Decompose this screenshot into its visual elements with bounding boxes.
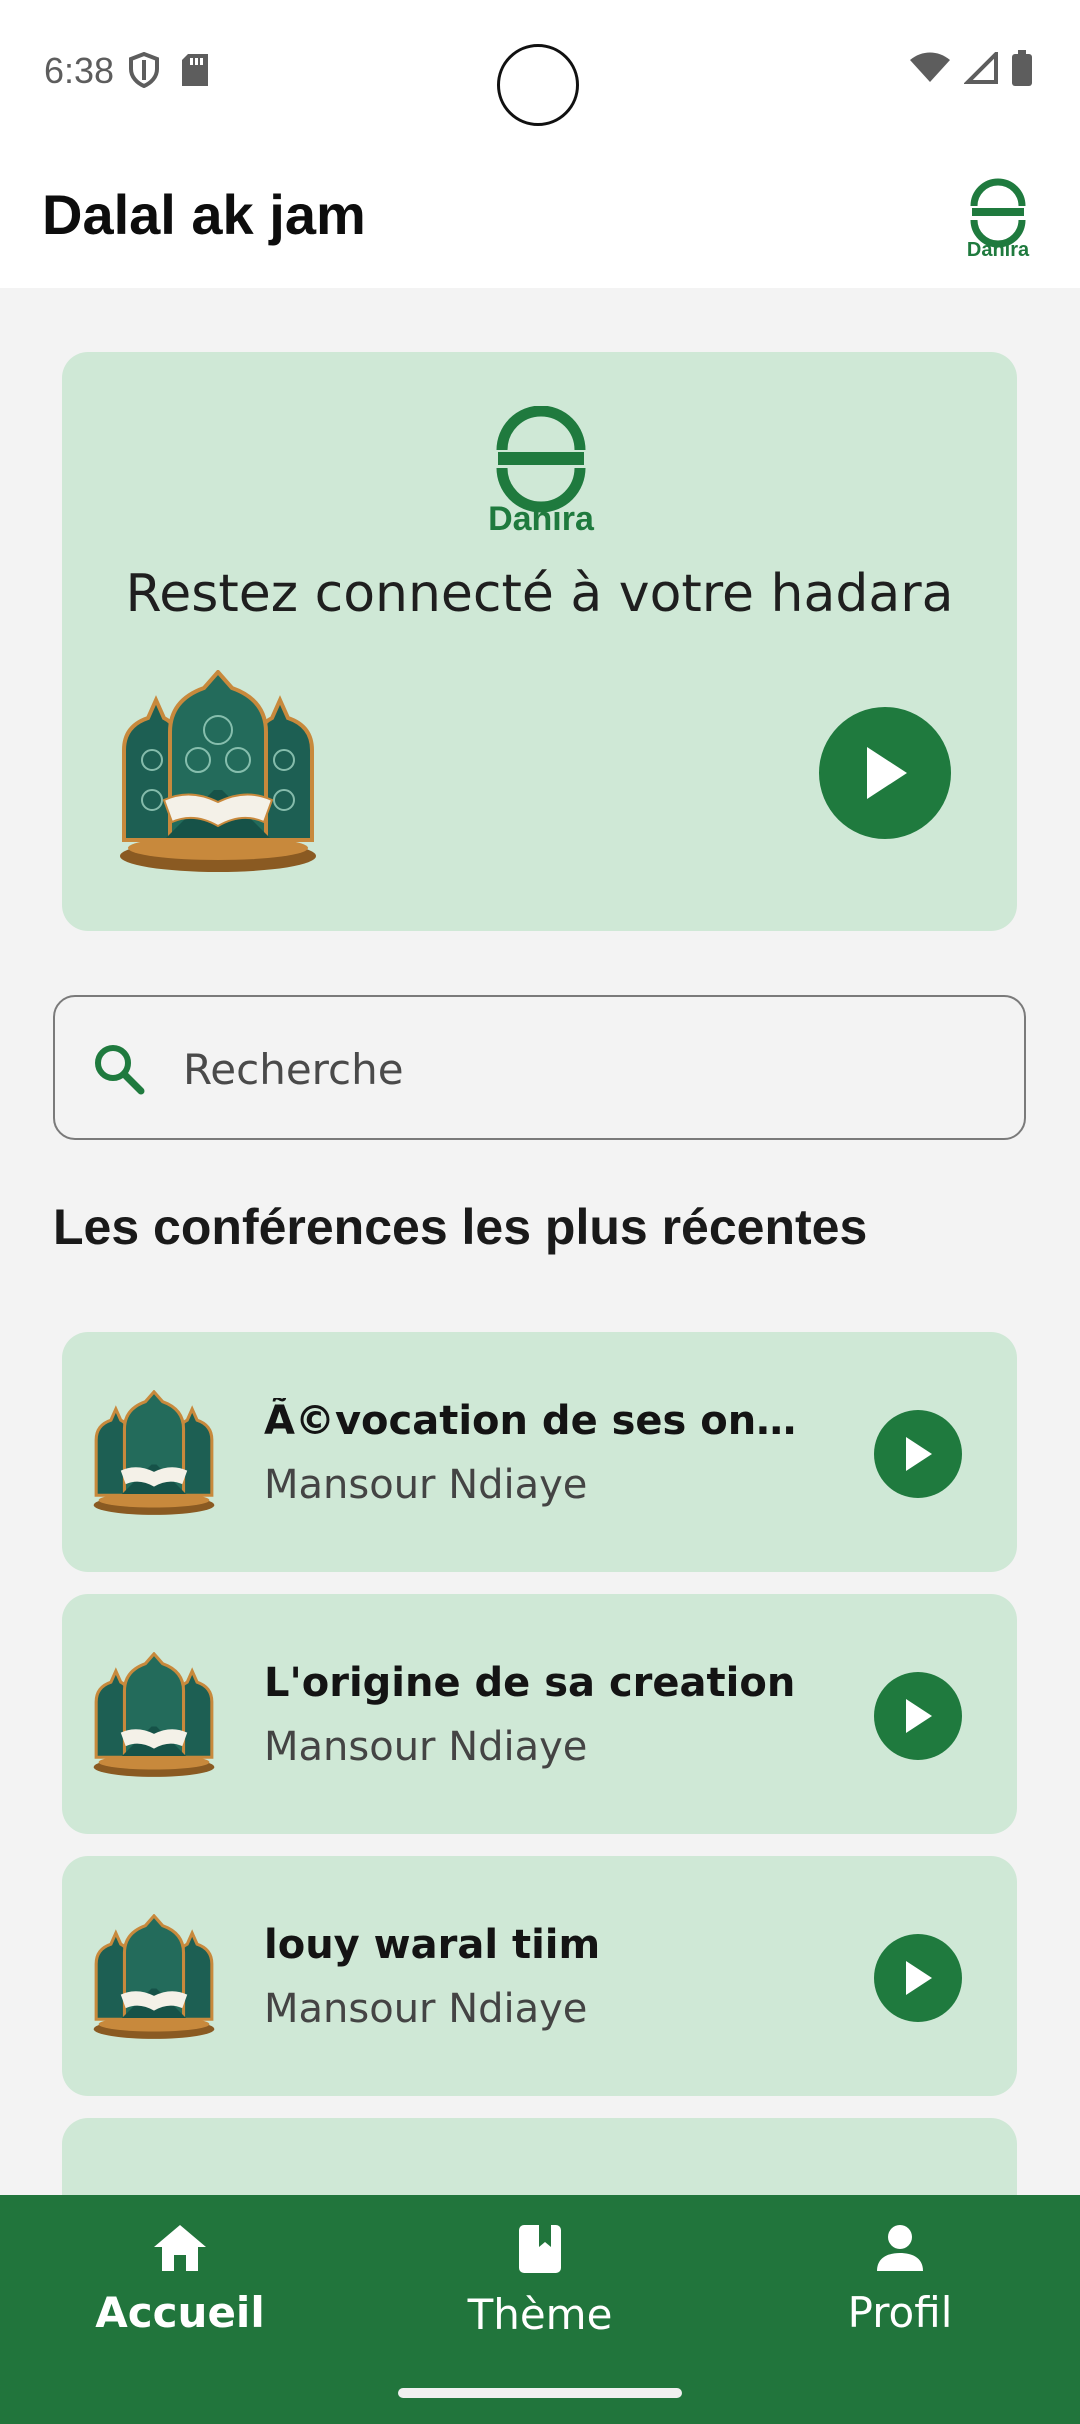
quran-stand-thumbnail: [93, 1390, 215, 1515]
home-indicator[interactable]: [398, 2388, 682, 2398]
shield-icon: [129, 52, 159, 88]
sd-card-icon: [182, 54, 208, 86]
conference-speaker: Mansour Ndiaye: [264, 1986, 588, 2032]
conference-title: louy waral tiim: [264, 1922, 601, 1968]
hero-banner: Dahira Restez connecté à votre hadara: [62, 352, 1017, 931]
nav-item-theme[interactable]: Thème: [420, 2223, 660, 2339]
hero-tagline: Restez connecté à votre hadara: [125, 564, 954, 624]
logo-text: Dahira: [488, 500, 595, 536]
conference-title: Ã©vocation de ses oncle…: [264, 1398, 804, 1444]
search-field[interactable]: [53, 995, 1026, 1140]
play-button[interactable]: [874, 1410, 962, 1498]
logo-text: Dahira: [967, 239, 1030, 260]
conference-title: L'origine de sa creation: [264, 1660, 796, 1706]
status-left-icons: [128, 52, 208, 88]
search-input[interactable]: [181, 1025, 985, 1113]
book-icon: [519, 2225, 561, 2273]
play-icon: [906, 1961, 932, 1995]
conference-speaker: Mansour Ndiaye: [264, 1724, 588, 1770]
battery-icon: [1012, 50, 1032, 86]
status-right-icons: [910, 50, 1032, 86]
quran-stand-illustration: [120, 670, 316, 872]
nav-label: Profil: [847, 2288, 953, 2337]
app-bar: Dalal ak jam Dahira: [0, 140, 1080, 288]
nav-item-profil[interactable]: Profil: [780, 2223, 1020, 2337]
page-title: Dalal ak jam: [42, 183, 366, 246]
person-icon: [877, 2225, 923, 2271]
nav-item-accueil[interactable]: Accueil: [60, 2223, 300, 2337]
signal-icon: [964, 52, 998, 84]
home-icon: [154, 2225, 206, 2271]
hero-play-button[interactable]: [819, 707, 951, 839]
dahira-logo: Dahira: [488, 406, 595, 536]
quran-stand-thumbnail: [93, 1652, 215, 1777]
nav-label: Thème: [467, 2290, 613, 2339]
status-bar: 6:38: [0, 0, 1080, 140]
play-icon: [867, 747, 907, 799]
conference-card[interactable]: Ã©vocation de ses oncle… Mansour Ndiaye: [62, 1332, 1017, 1572]
conference-card[interactable]: L'origine de sa creation Mansour Ndiaye: [62, 1594, 1017, 1834]
nav-label: Accueil: [95, 2288, 265, 2337]
quran-stand-thumbnail: [93, 1914, 215, 2039]
section-title: Les conférences les plus récentes: [53, 1199, 868, 1255]
play-icon: [906, 1699, 932, 1733]
play-icon: [906, 1437, 932, 1471]
status-time: 6:38: [44, 50, 115, 91]
conference-card[interactable]: louy waral tiim Mansour Ndiaye: [62, 1856, 1017, 2096]
search-icon: [95, 1045, 145, 1095]
camera-cutout: [497, 44, 579, 126]
dahira-logo[interactable]: Dahira: [956, 176, 1040, 260]
wifi-icon: [910, 52, 950, 82]
play-button[interactable]: [874, 1672, 962, 1760]
conference-speaker: Mansour Ndiaye: [264, 1462, 588, 1508]
play-button[interactable]: [874, 1934, 962, 2022]
